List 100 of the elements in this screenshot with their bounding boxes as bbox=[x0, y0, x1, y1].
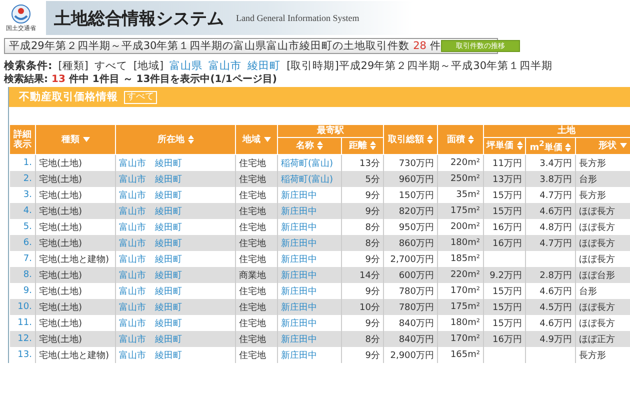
table-cell: 宅地(土地) bbox=[36, 267, 116, 283]
table-cell: ほぼ正方 bbox=[576, 331, 630, 347]
table-cell: 180m² bbox=[438, 235, 484, 251]
row-number-link[interactable]: 10. bbox=[10, 299, 36, 315]
area-link[interactable]: 綾田町 bbox=[248, 59, 281, 73]
row-number-link[interactable]: 4. bbox=[10, 203, 36, 219]
table-link[interactable]: 新庄田中 bbox=[278, 219, 342, 235]
row-number-link[interactable]: 6. bbox=[10, 235, 36, 251]
table-link[interactable]: 富山市 綾田町 bbox=[116, 187, 236, 203]
table-link[interactable]: 富山市 綾田町 bbox=[116, 171, 236, 187]
area-link[interactable]: 富山県 bbox=[170, 59, 203, 73]
table-link[interactable]: 富山市 綾田町 bbox=[116, 251, 236, 267]
table-cell: 4.9万円 bbox=[526, 331, 576, 347]
sort-icon[interactable] bbox=[516, 141, 522, 150]
row-number-link[interactable]: 7. bbox=[10, 251, 36, 267]
sort-icon[interactable] bbox=[370, 141, 376, 150]
row-number-link[interactable]: 3. bbox=[10, 187, 36, 203]
table-link[interactable]: 富山市 綾田町 bbox=[116, 299, 236, 315]
table-cell: 840万円 bbox=[384, 331, 438, 347]
table-link[interactable]: 富山市 綾田町 bbox=[116, 331, 236, 347]
sort-icon[interactable] bbox=[565, 143, 572, 152]
table-link[interactable]: 富山市 綾田町 bbox=[116, 347, 236, 363]
sort-icon[interactable] bbox=[317, 141, 323, 150]
filter-tag: すべて bbox=[124, 90, 157, 104]
table-cell: 11万円 bbox=[484, 154, 526, 171]
table-cell: 780万円 bbox=[384, 283, 438, 299]
table-cell: 8分 bbox=[342, 331, 384, 347]
table-cell: ほぼ長方 bbox=[576, 299, 630, 315]
table-link[interactable]: 新庄田中 bbox=[278, 251, 342, 267]
type-label: [種類] bbox=[58, 59, 88, 73]
row-number-link[interactable]: 11. bbox=[10, 315, 36, 331]
sort-icon[interactable] bbox=[188, 134, 194, 144]
table-link[interactable]: 富山市 綾田町 bbox=[116, 235, 236, 251]
dropdown-triangle-icon[interactable] bbox=[82, 136, 90, 142]
table-link[interactable]: 新庄田中 bbox=[278, 235, 342, 251]
column-header[interactable]: 面積 bbox=[438, 124, 484, 154]
table-cell: 宅地(土地) bbox=[36, 154, 116, 171]
dropdown-triangle-icon[interactable] bbox=[620, 143, 627, 148]
table-link[interactable]: 新庄田中 bbox=[278, 347, 342, 363]
table-link[interactable]: 稲荷町(富山) bbox=[278, 171, 342, 187]
table-cell: 730万円 bbox=[384, 154, 438, 171]
type-value: すべて bbox=[94, 59, 128, 73]
table-link[interactable]: 富山市 綾田町 bbox=[116, 283, 236, 299]
table-cell: 9分 bbox=[342, 347, 384, 363]
table-cell: 宅地(土地と建物) bbox=[36, 347, 116, 363]
sort-icon[interactable] bbox=[427, 134, 433, 144]
column-header[interactable]: 種類 bbox=[36, 124, 116, 154]
row-number-link[interactable]: 8. bbox=[10, 267, 36, 283]
row-number-link[interactable]: 12. bbox=[10, 331, 36, 347]
table-link[interactable]: 新庄田中 bbox=[278, 267, 342, 283]
row-number-link[interactable]: 5. bbox=[10, 219, 36, 235]
table-cell: 15万円 bbox=[484, 187, 526, 203]
table-cell: 台形 bbox=[576, 171, 630, 187]
row-number-link[interactable]: 2. bbox=[10, 171, 36, 187]
column-header[interactable]: 地域 bbox=[236, 124, 278, 154]
row-number-link[interactable]: 13. bbox=[10, 347, 36, 363]
row-number-link[interactable]: 9. bbox=[10, 283, 36, 299]
column-header[interactable]: 名称 bbox=[278, 138, 342, 154]
table-cell: 長方形 bbox=[576, 347, 630, 363]
table-link[interactable]: 新庄田中 bbox=[278, 187, 342, 203]
table-cell: 16万円 bbox=[484, 331, 526, 347]
column-header[interactable]: 形状 bbox=[576, 138, 630, 154]
column-header[interactable]: 距離 bbox=[342, 138, 384, 154]
column-header[interactable]: 所在地 bbox=[116, 124, 236, 154]
column-header[interactable]: m$^{2}$単価 bbox=[526, 138, 576, 154]
row-number-link[interactable]: 1. bbox=[10, 154, 36, 171]
table-cell: 170m² bbox=[438, 283, 484, 299]
table-link[interactable]: 新庄田中 bbox=[278, 331, 342, 347]
table-link[interactable]: 新庄田中 bbox=[278, 203, 342, 219]
table-cell: 長方形 bbox=[576, 187, 630, 203]
table-cell: 180m² bbox=[438, 315, 484, 331]
table-cell: 住宅地 bbox=[236, 235, 278, 251]
table-cell: 15万円 bbox=[484, 203, 526, 219]
table-link[interactable]: 新庄田中 bbox=[278, 299, 342, 315]
table-cell: 600万円 bbox=[384, 267, 438, 283]
table-cell: ほぼ長方 bbox=[576, 315, 630, 331]
area-link[interactable]: 富山市 bbox=[208, 59, 242, 73]
table-cell: 宅地(土地) bbox=[36, 299, 116, 315]
area-label: [地域] bbox=[133, 59, 164, 73]
table-link[interactable]: 新庄田中 bbox=[278, 283, 342, 299]
table-cell: 220m² bbox=[438, 267, 484, 283]
table-cell: 2,900万円 bbox=[384, 347, 438, 363]
table-cell: 住宅地 bbox=[236, 283, 278, 299]
table-cell: 4.7万円 bbox=[526, 235, 576, 251]
sort-icon[interactable] bbox=[468, 134, 474, 144]
table-cell: 住宅地 bbox=[236, 219, 278, 235]
table-link[interactable]: 富山市 綾田町 bbox=[116, 203, 236, 219]
column-header[interactable]: 坪単価 bbox=[484, 138, 526, 154]
period-text: [取引時期]平成29年第２四半期～平成30年第１四半期 bbox=[286, 59, 553, 73]
table-link[interactable]: 富山市 綾田町 bbox=[116, 267, 236, 283]
table-link[interactable]: 富山市 綾田町 bbox=[116, 219, 236, 235]
dropdown-triangle-icon[interactable] bbox=[264, 136, 270, 142]
table-link[interactable]: 富山市 綾田町 bbox=[116, 154, 236, 171]
table-cell: 住宅地 bbox=[236, 331, 278, 347]
table-cell: 住宅地 bbox=[236, 187, 278, 203]
table-link[interactable]: 新庄田中 bbox=[278, 315, 342, 331]
table-link[interactable]: 稲荷町(富山) bbox=[278, 154, 342, 171]
column-header[interactable]: 取引総額 bbox=[384, 124, 438, 154]
table-cell: 4.6万円 bbox=[526, 203, 576, 219]
table-link[interactable]: 富山市 綾田町 bbox=[116, 315, 236, 331]
